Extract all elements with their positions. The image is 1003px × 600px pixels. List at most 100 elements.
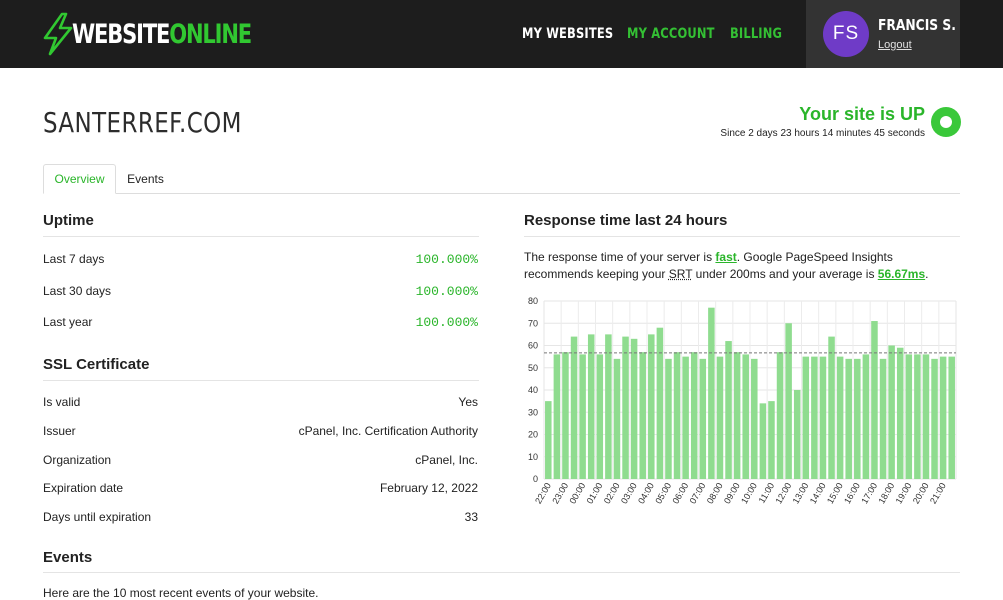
x-tick-label: 17:00 bbox=[859, 481, 879, 506]
chart-bar bbox=[785, 323, 792, 479]
x-tick-label: 14:00 bbox=[808, 481, 828, 506]
chart-bar bbox=[751, 358, 758, 479]
status-since: Since 2 days 23 hours 14 minutes 45 seco… bbox=[720, 128, 925, 139]
site-logo[interactable]: WEBSITEONLINE bbox=[42, 12, 302, 56]
x-tick-label: 05:00 bbox=[653, 481, 673, 506]
tab-overview[interactable]: Overview bbox=[43, 164, 116, 194]
response-heading: Response time last 24 hours bbox=[524, 212, 728, 229]
nav-billing[interactable]: BILLING bbox=[730, 0, 794, 68]
ssl-heading: SSL Certificate bbox=[43, 356, 150, 373]
response-divider bbox=[524, 236, 960, 237]
chart-bar bbox=[793, 390, 801, 479]
y-tick-label: 10 bbox=[528, 452, 538, 462]
x-tick-label: 22:00 bbox=[533, 481, 553, 506]
chart-bar bbox=[605, 334, 612, 479]
ssl-label-valid: Is valid bbox=[43, 395, 81, 409]
fast-link[interactable]: fast bbox=[715, 250, 736, 264]
user-name: FRANCIS S. bbox=[878, 16, 956, 34]
chart-bar bbox=[836, 356, 844, 479]
ssl-value-organization: cPanel, Inc. bbox=[415, 453, 478, 467]
uptime-value-7d: 100.000% bbox=[415, 252, 478, 267]
chart-bar bbox=[545, 401, 552, 479]
chart-bar bbox=[931, 358, 938, 479]
chart-bar bbox=[914, 354, 921, 479]
chart-bar bbox=[888, 345, 895, 479]
response-description: The response time of your server is fast… bbox=[524, 249, 960, 283]
tab-events[interactable]: Events bbox=[118, 164, 173, 194]
y-tick-label: 0 bbox=[533, 474, 538, 484]
ssl-divider bbox=[43, 380, 479, 381]
x-tick-label: 21:00 bbox=[928, 481, 948, 506]
uptime-divider bbox=[43, 236, 479, 237]
response-text-d: . bbox=[925, 267, 929, 281]
status-indicator-icon bbox=[931, 107, 961, 137]
chart-bar bbox=[759, 403, 767, 479]
ssl-value-days-left: 33 bbox=[464, 510, 478, 524]
chart-bar bbox=[879, 358, 887, 479]
x-tick-label: 20:00 bbox=[911, 481, 931, 506]
logo-wordmark: WEBSITEONLINE bbox=[72, 18, 252, 50]
chart-bar bbox=[725, 341, 732, 479]
lightning-bolt-icon bbox=[43, 12, 73, 56]
uptime-label-year: Last year bbox=[43, 315, 93, 329]
chart-bar bbox=[682, 356, 689, 479]
chart-bar bbox=[656, 327, 664, 479]
chart-bar bbox=[819, 356, 827, 479]
chart-bar bbox=[733, 352, 741, 479]
chart-bar bbox=[922, 354, 930, 479]
y-tick-label: 20 bbox=[528, 430, 538, 440]
chart-bar bbox=[862, 354, 870, 479]
chart-bar bbox=[553, 354, 561, 479]
chart-bar bbox=[845, 358, 852, 479]
chart-bar bbox=[613, 358, 621, 479]
x-tick-label: 03:00 bbox=[619, 481, 639, 506]
logo-part1: WEBSITE bbox=[72, 18, 170, 50]
x-tick-label: 08:00 bbox=[705, 481, 725, 506]
logout-link[interactable]: Logout bbox=[878, 39, 912, 51]
nav-my-account[interactable]: MY ACCOUNT bbox=[627, 0, 734, 68]
events-heading: Events bbox=[43, 549, 93, 566]
x-tick-label: 12:00 bbox=[773, 481, 793, 506]
ssl-label-issuer: Issuer bbox=[43, 424, 76, 438]
y-tick-label: 60 bbox=[528, 341, 538, 351]
x-tick-label: 10:00 bbox=[739, 481, 759, 506]
srt-abbr: SRT bbox=[668, 267, 693, 281]
x-tick-label: 13:00 bbox=[791, 481, 811, 506]
y-tick-label: 70 bbox=[528, 318, 538, 328]
x-tick-label: 16:00 bbox=[842, 481, 862, 506]
chart-bar bbox=[742, 354, 749, 479]
ssl-value-valid: Yes bbox=[458, 395, 478, 409]
y-tick-label: 80 bbox=[528, 296, 538, 306]
x-tick-label: 23:00 bbox=[550, 481, 570, 506]
response-text-a: The response time of your server is bbox=[524, 250, 716, 264]
chart-bar bbox=[587, 334, 595, 479]
chart-bar bbox=[648, 334, 655, 479]
avatar[interactable]: FS bbox=[823, 11, 869, 57]
uptime-label-30d: Last 30 days bbox=[43, 284, 112, 298]
nav-my-websites[interactable]: MY WEBSITES bbox=[522, 0, 633, 68]
chart-bar bbox=[854, 358, 861, 479]
uptime-value-30d: 100.000% bbox=[415, 284, 478, 299]
ssl-label-expiration: Expiration date bbox=[43, 481, 124, 495]
x-tick-label: 18:00 bbox=[876, 481, 896, 506]
chart-bar bbox=[811, 356, 818, 479]
x-tick-label: 00:00 bbox=[567, 481, 587, 506]
average-link[interactable]: 56.67ms bbox=[878, 267, 925, 281]
nav-label: MY ACCOUNT bbox=[627, 26, 715, 42]
x-tick-label: 04:00 bbox=[636, 481, 656, 506]
ssl-value-expiration: February 12, 2022 bbox=[379, 481, 478, 495]
x-tick-label: 06:00 bbox=[670, 481, 690, 506]
x-tick-label: 09:00 bbox=[722, 481, 742, 506]
chart-bar bbox=[596, 354, 604, 479]
ssl-label-days-left: Days until expiration bbox=[43, 510, 152, 524]
y-tick-label: 40 bbox=[528, 385, 538, 395]
y-tick-label: 50 bbox=[528, 363, 538, 373]
logo-part2: ONLINE bbox=[169, 18, 252, 50]
ssl-label-organization: Organization bbox=[43, 453, 112, 467]
chart-bar bbox=[708, 307, 715, 479]
uptime-value-year: 100.000% bbox=[415, 315, 478, 330]
uptime-heading: Uptime bbox=[43, 212, 94, 229]
chart-bar bbox=[690, 352, 698, 479]
chart-bar bbox=[896, 347, 904, 479]
x-tick-label: 01:00 bbox=[585, 481, 605, 506]
